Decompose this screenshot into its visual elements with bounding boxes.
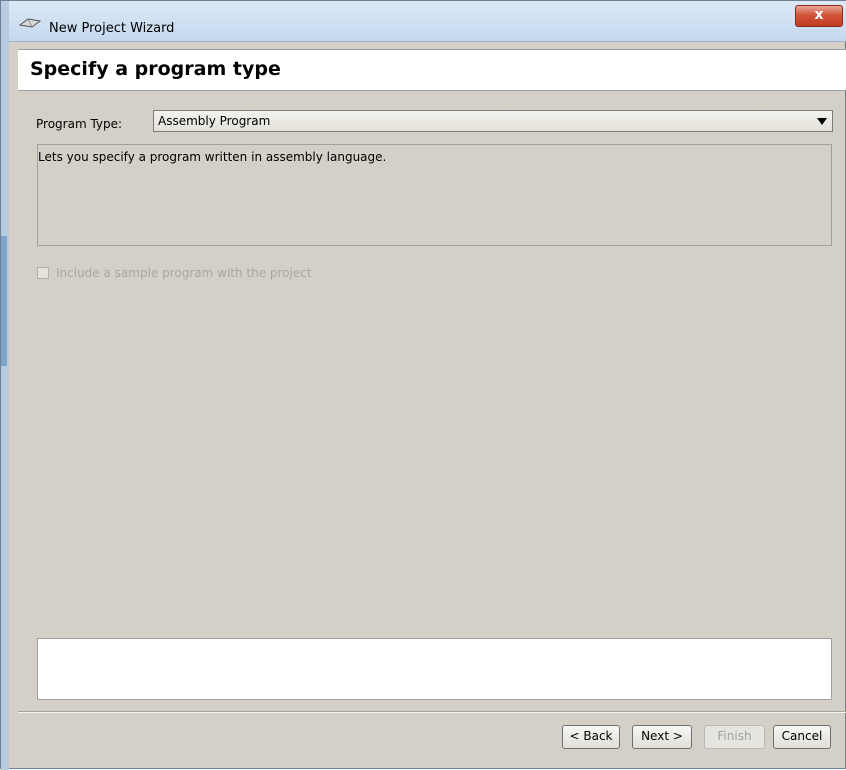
- finish-button-label: Finish: [717, 729, 752, 743]
- include-sample-checkbox[interactable]: [37, 267, 49, 279]
- new-project-wizard-window: New Project Wizard x Specify a program t…: [0, 0, 846, 770]
- next-button-label: Next >: [641, 729, 683, 743]
- chevron-down-icon: [817, 118, 827, 125]
- button-divider: [18, 711, 846, 713]
- app-icon: [19, 18, 41, 28]
- finish-button[interactable]: Finish: [704, 725, 765, 749]
- window-title: New Project Wizard: [49, 21, 175, 36]
- include-sample-label: Include a sample program with the projec…: [56, 266, 312, 280]
- next-button[interactable]: Next >: [632, 725, 692, 749]
- wizard-header: Specify a program type: [18, 49, 846, 91]
- back-button[interactable]: < Back: [562, 725, 620, 749]
- cancel-button-label: Cancel: [781, 729, 823, 743]
- cancel-button[interactable]: Cancel: [773, 725, 831, 749]
- description-box: Lets you specify a program written in as…: [37, 144, 832, 246]
- window-frame-accent: [1, 236, 7, 366]
- program-type-label: Program Type:: [36, 117, 123, 131]
- window-frame-left: [1, 1, 9, 770]
- close-icon: x: [814, 7, 824, 23]
- wizard-content: Program Type: Assembly Program Lets you …: [18, 99, 846, 770]
- program-type-value: Assembly Program: [158, 114, 271, 128]
- back-button-label: < Back: [569, 729, 613, 743]
- program-type-select[interactable]: Assembly Program: [153, 110, 833, 132]
- page-title: Specify a program type: [30, 58, 281, 80]
- program-type-description: Lets you specify a program written in as…: [38, 150, 387, 164]
- close-button[interactable]: x: [795, 5, 843, 27]
- title-bar[interactable]: New Project Wizard x: [9, 1, 846, 42]
- message-area: [37, 638, 832, 700]
